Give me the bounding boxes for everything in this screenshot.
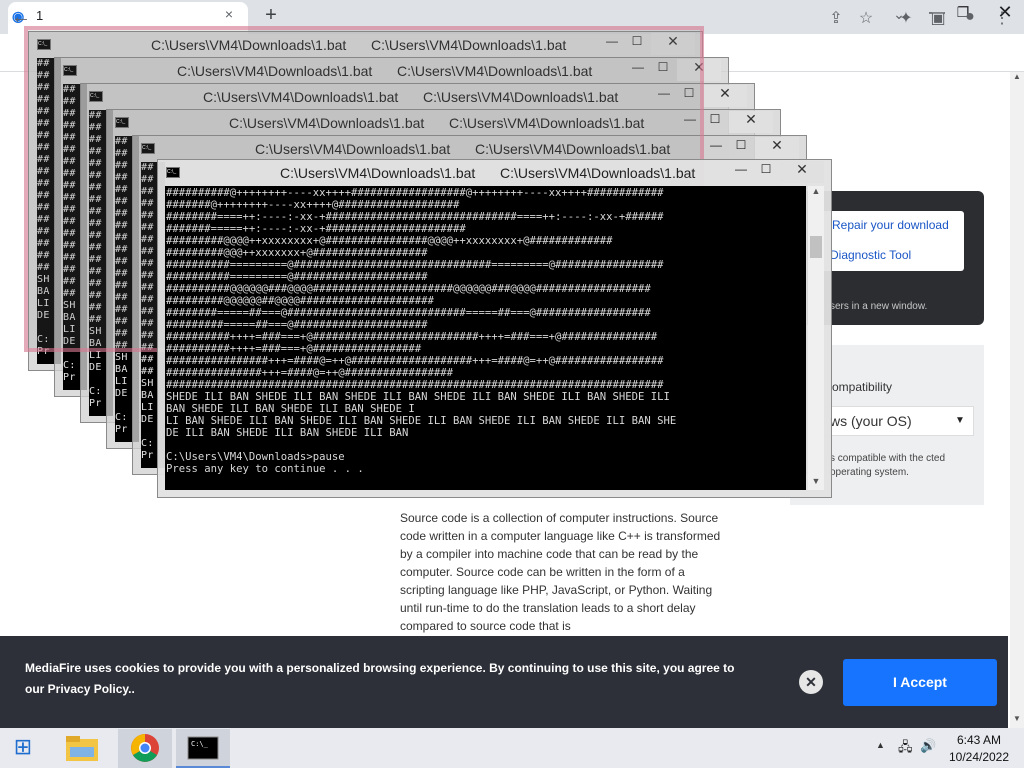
cmd-title-echo: C:\Users\VM4\Downloads\1.bat <box>500 165 696 181</box>
page-scrollbar[interactable] <box>1010 72 1024 730</box>
new-tab-button[interactable]: + <box>260 4 282 28</box>
compatibility-title: ompatibility <box>832 380 893 394</box>
cmd-title: C:\Users\VM4\Downloads\1.bat <box>280 165 476 181</box>
scroll-up-icon[interactable]: ▲ <box>1010 72 1024 84</box>
cmd-console-output[interactable]: ##########@++++++++----xx++++###########… <box>165 186 806 490</box>
cmd-maximize-button[interactable]: ☐ <box>729 138 753 158</box>
cmd-scroll-up-icon[interactable]: ▲ <box>808 186 824 196</box>
cmd-taskbar-icon[interactable]: C:\_ <box>176 729 230 768</box>
caret-down-icon: ▼ <box>955 415 965 426</box>
accept-cookies-button[interactable]: I Accept <box>843 659 997 706</box>
windows-start-icon[interactable]: ⊞ <box>6 734 40 762</box>
compatibility-description: s compatible with the cted operating sys… <box>830 453 946 478</box>
profile-icon[interactable]: ● <box>958 8 982 32</box>
volume-icon[interactable]: 🔊 <box>920 738 936 754</box>
os-select-value: ws (your OS) <box>830 413 912 429</box>
cmd-close-button[interactable]: ✕ <box>729 111 773 133</box>
console-text: ##########@++++++++----xx++++###########… <box>166 187 677 475</box>
cmd-titlebar[interactable]: C:\_ C:\Users\VM4\Downloads\1.bat C:\Use… <box>158 160 831 186</box>
cmd-maximize-button[interactable]: ☐ <box>703 112 727 132</box>
file-explorer-icon[interactable] <box>62 731 102 765</box>
cmd-close-button[interactable]: ✕ <box>755 137 799 159</box>
network-icon[interactable]: 🖧 <box>898 738 913 760</box>
tab-close-button[interactable]: × <box>220 6 238 24</box>
diagnostic-tool-link[interactable]: Diagnostic Tool <box>830 248 911 262</box>
sidebar-icon[interactable]: ▣ <box>926 8 950 32</box>
clock-time[interactable]: 6:43 AM <box>948 733 1010 747</box>
cmd-close-button[interactable]: ✕ <box>780 161 824 183</box>
cmd-icon: C:\_ <box>166 167 180 178</box>
clock-date[interactable]: 10/24/2022 <box>948 750 1010 764</box>
chrome-taskbar-icon[interactable] <box>118 729 172 768</box>
svg-text:C:\_: C:\_ <box>191 740 209 748</box>
cmd-minimize-button[interactable]: — <box>729 162 753 182</box>
cookie-text: MediaFire uses cookies to provide you wi… <box>25 661 735 696</box>
share-icon[interactable]: ⇪ <box>824 8 848 32</box>
tray-expand-icon[interactable]: ▲ <box>876 740 885 750</box>
cmd-maximize-button[interactable]: ☐ <box>754 162 778 182</box>
cmd-scroll-down-icon[interactable]: ▼ <box>808 476 824 486</box>
cmd-minimize-button[interactable]: — <box>704 138 728 158</box>
menu-icon[interactable]: ⋮ <box>990 8 1014 32</box>
cmd-close-button[interactable]: ✕ <box>703 85 747 107</box>
new-window-note: sers in a new window. <box>830 301 928 312</box>
scroll-down-icon[interactable]: ▼ <box>1010 714 1024 726</box>
cookie-close-button[interactable]: ✕ <box>799 670 823 694</box>
tab-title: 1 <box>36 8 44 23</box>
repair-download-link[interactable]: Repair your download <box>832 218 949 232</box>
star-icon[interactable]: ☆ <box>854 8 878 32</box>
cmd-scrollbar-thumb[interactable] <box>810 236 822 258</box>
cmd-scrollbar[interactable] <box>808 186 824 490</box>
article-text: Source code is a collection of computer … <box>400 511 721 633</box>
extensions-icon[interactable]: ✦ <box>894 8 918 32</box>
